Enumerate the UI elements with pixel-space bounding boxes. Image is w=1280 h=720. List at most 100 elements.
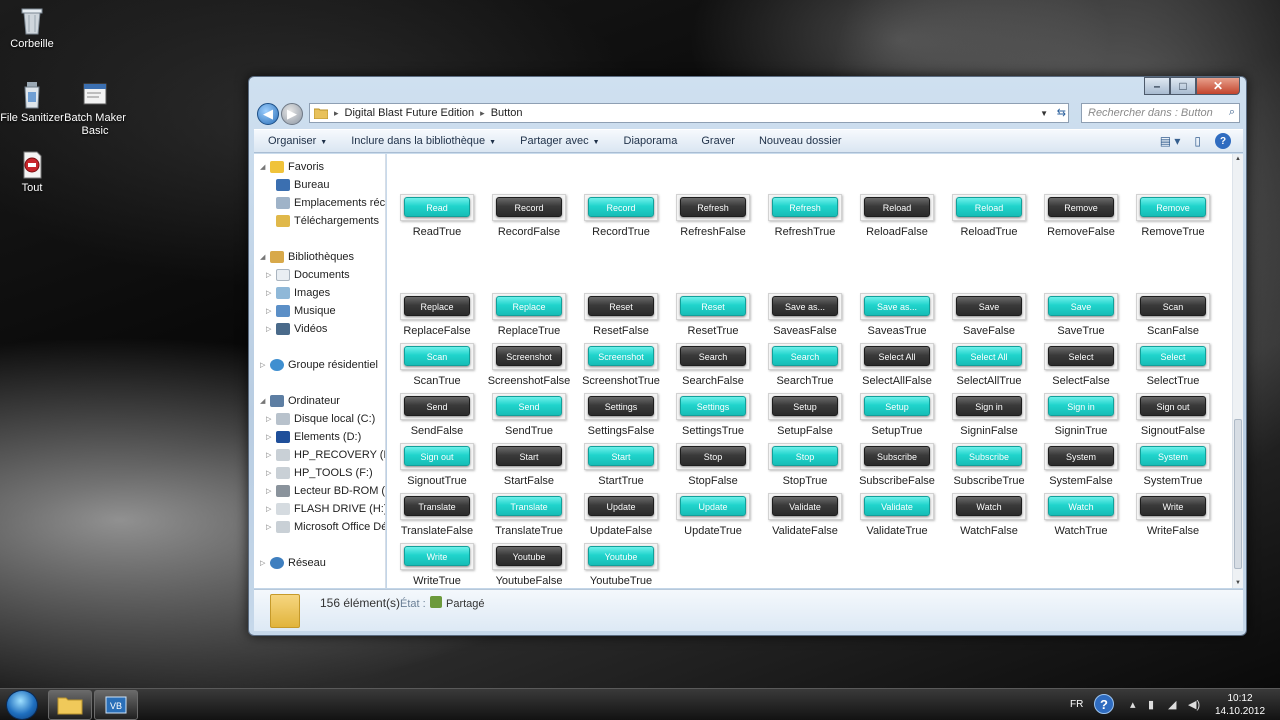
file-item[interactable]: Sign out SignoutFalse bbox=[1127, 393, 1219, 437]
expand-arrow-icon[interactable]: ▷ bbox=[266, 523, 276, 531]
nav-drive-g[interactable]: ▷ Lecteur BD-ROM (G:) bbox=[266, 482, 385, 500]
maximize-button[interactable]: □ bbox=[1170, 77, 1196, 95]
desktop-icon-recycle-bin[interactable]: Corbeille bbox=[0, 6, 67, 51]
help-icon[interactable]: ? bbox=[1094, 694, 1114, 714]
vertical-scrollbar[interactable]: ▲ ▼ bbox=[1232, 154, 1243, 588]
nav-music[interactable]: ▷ Musique bbox=[266, 302, 336, 320]
expand-arrow-icon[interactable]: ▷ bbox=[266, 451, 276, 459]
search-icon[interactable]: ⌕ bbox=[1229, 106, 1235, 119]
slideshow-button[interactable]: Diaporama bbox=[624, 135, 678, 147]
new-folder-button[interactable]: Nouveau dossier bbox=[759, 135, 842, 147]
nav-drive-e[interactable]: ▷ HP_RECOVERY (E:) bbox=[266, 446, 385, 464]
address-bar[interactable]: ▸ Digital Blast Future Edition ▸ Button … bbox=[309, 103, 1069, 123]
expand-arrow-icon[interactable]: ▷ bbox=[266, 433, 276, 441]
burn-button[interactable]: Graver bbox=[701, 135, 735, 147]
file-item[interactable]: Stop StopFalse bbox=[667, 443, 759, 487]
expand-arrow-icon[interactable]: ▷ bbox=[266, 289, 276, 297]
file-item[interactable]: Record RecordTrue bbox=[575, 194, 667, 238]
nav-videos[interactable]: ▷ Vidéos bbox=[266, 320, 327, 338]
breadcrumb-button[interactable]: Button bbox=[491, 107, 523, 119]
scroll-up-icon[interactable]: ▲ bbox=[1235, 156, 1241, 162]
organize-menu[interactable]: Organiser ▼ bbox=[268, 135, 327, 147]
file-item[interactable]: Watch WatchTrue bbox=[1035, 493, 1127, 537]
file-item[interactable]: Settings SettingsTrue bbox=[667, 393, 759, 437]
nav-downloads[interactable]: Téléchargements bbox=[276, 212, 379, 230]
nav-recent-places[interactable]: Emplacements récents bbox=[276, 194, 385, 212]
file-item[interactable]: Select SelectTrue bbox=[1127, 343, 1219, 387]
back-button[interactable]: ◀ bbox=[257, 103, 279, 125]
file-item[interactable]: Subscribe SubscribeFalse bbox=[851, 443, 943, 487]
nav-desktop[interactable]: Bureau bbox=[276, 176, 329, 194]
collapse-arrow-icon[interactable]: ◢ bbox=[260, 253, 270, 261]
preview-pane-icon[interactable]: ▯ bbox=[1194, 134, 1201, 148]
file-item[interactable]: Search SearchTrue bbox=[759, 343, 851, 387]
collapse-arrow-icon[interactable]: ◢ bbox=[260, 397, 270, 405]
nav-drive-h[interactable]: ▷ FLASH DRIVE (H:) bbox=[266, 500, 385, 518]
file-item[interactable]: Write WriteFalse bbox=[1127, 493, 1219, 537]
minimize-button[interactable]: – bbox=[1144, 77, 1170, 95]
breadcrumb-digital-blast[interactable]: Digital Blast Future Edition bbox=[345, 107, 475, 119]
show-hidden-icons-icon[interactable]: ▴ bbox=[1130, 698, 1136, 711]
include-library-menu[interactable]: Inclure dans la bibliothèque ▼ bbox=[351, 135, 496, 147]
file-item[interactable]: Select All SelectAllFalse bbox=[851, 343, 943, 387]
file-item[interactable]: Search SearchFalse bbox=[667, 343, 759, 387]
start-button[interactable] bbox=[6, 690, 38, 720]
close-button[interactable]: ✕ bbox=[1196, 77, 1240, 95]
clock[interactable]: 10:12 14.10.2012 bbox=[1210, 692, 1270, 718]
file-item[interactable]: Refresh RefreshFalse bbox=[667, 194, 759, 238]
file-item[interactable]: Save as... SaveasFalse bbox=[759, 293, 851, 337]
file-item[interactable]: Select SelectFalse bbox=[1035, 343, 1127, 387]
power-icon[interactable]: ▮ bbox=[1148, 698, 1154, 711]
file-item[interactable]: Remove RemoveFalse bbox=[1035, 194, 1127, 238]
file-item[interactable]: Replace ReplaceFalse bbox=[391, 293, 483, 337]
file-item[interactable]: Youtube YoutubeTrue bbox=[575, 543, 667, 587]
expand-arrow-icon[interactable]: ▷ bbox=[266, 307, 276, 315]
expand-arrow-icon[interactable]: ▷ bbox=[260, 559, 270, 567]
file-item[interactable]: Save SaveTrue bbox=[1035, 293, 1127, 337]
collapse-arrow-icon[interactable]: ◢ bbox=[260, 163, 270, 171]
nav-computer[interactable]: ◢ Ordinateur bbox=[260, 392, 340, 410]
file-item[interactable]: System SystemTrue bbox=[1127, 443, 1219, 487]
network-tray-icon[interactable]: ◢ bbox=[1168, 698, 1176, 711]
file-item[interactable]: Translate TranslateTrue bbox=[483, 493, 575, 537]
file-item[interactable]: Screenshot ScreenshotTrue bbox=[575, 343, 667, 387]
nav-images[interactable]: ▷ Images bbox=[266, 284, 330, 302]
file-item[interactable]: Setup SetupTrue bbox=[851, 393, 943, 437]
file-item[interactable]: Remove RemoveTrue bbox=[1127, 194, 1219, 238]
file-item[interactable]: Reload ReloadFalse bbox=[851, 194, 943, 238]
file-item[interactable]: Reset ResetTrue bbox=[667, 293, 759, 337]
file-item[interactable]: Validate ValidateFalse bbox=[759, 493, 851, 537]
scrollbar-thumb[interactable] bbox=[1234, 419, 1242, 569]
expand-arrow-icon[interactable]: ▷ bbox=[266, 505, 276, 513]
volume-icon[interactable]: ◀) bbox=[1188, 698, 1200, 711]
nav-network[interactable]: ▷ Réseau bbox=[260, 554, 326, 572]
file-item[interactable]: Read ReadTrue bbox=[391, 194, 483, 238]
file-item[interactable]: Start StartFalse bbox=[483, 443, 575, 487]
nav-drive-d[interactable]: ▷ Elements (D:) bbox=[266, 428, 361, 446]
file-item[interactable]: Subscribe SubscribeTrue bbox=[943, 443, 1035, 487]
file-item[interactable]: Validate ValidateTrue bbox=[851, 493, 943, 537]
file-item[interactable]: Translate TranslateFalse bbox=[391, 493, 483, 537]
nav-libraries[interactable]: ◢ Bibliothèques bbox=[260, 248, 354, 266]
nav-documents[interactable]: ▷ Documents bbox=[266, 266, 350, 284]
help-icon[interactable]: ? bbox=[1215, 133, 1231, 149]
nav-drive-c[interactable]: ▷ Disque local (C:) bbox=[266, 410, 375, 428]
address-dropdown-icon[interactable]: ▼ bbox=[1040, 109, 1048, 118]
file-item[interactable]: Sign in SigninTrue bbox=[1035, 393, 1127, 437]
taskbar-visual-studio[interactable]: VB bbox=[94, 690, 138, 720]
file-item[interactable]: Record RecordFalse bbox=[483, 194, 575, 238]
forward-button[interactable]: ▶ bbox=[281, 103, 303, 125]
file-item[interactable]: Write WriteTrue bbox=[391, 543, 483, 587]
search-input[interactable]: Rechercher dans : Button ⌕ bbox=[1081, 103, 1240, 123]
file-item[interactable]: Sign in SigninFalse bbox=[943, 393, 1035, 437]
file-item[interactable]: System SystemFalse bbox=[1035, 443, 1127, 487]
file-item[interactable]: Reload ReloadTrue bbox=[943, 194, 1035, 238]
view-options-icon[interactable]: ▤ ▾ bbox=[1160, 134, 1181, 148]
desktop-icon-batch-maker[interactable]: Batch Maker Basic bbox=[60, 80, 130, 138]
file-item[interactable]: Update UpdateFalse bbox=[575, 493, 667, 537]
share-with-menu[interactable]: Partager avec ▼ bbox=[520, 135, 599, 147]
file-item[interactable]: Screenshot ScreenshotFalse bbox=[483, 343, 575, 387]
file-item[interactable]: Replace ReplaceTrue bbox=[483, 293, 575, 337]
scroll-down-icon[interactable]: ▼ bbox=[1235, 580, 1241, 586]
file-item[interactable]: Send SendTrue bbox=[483, 393, 575, 437]
